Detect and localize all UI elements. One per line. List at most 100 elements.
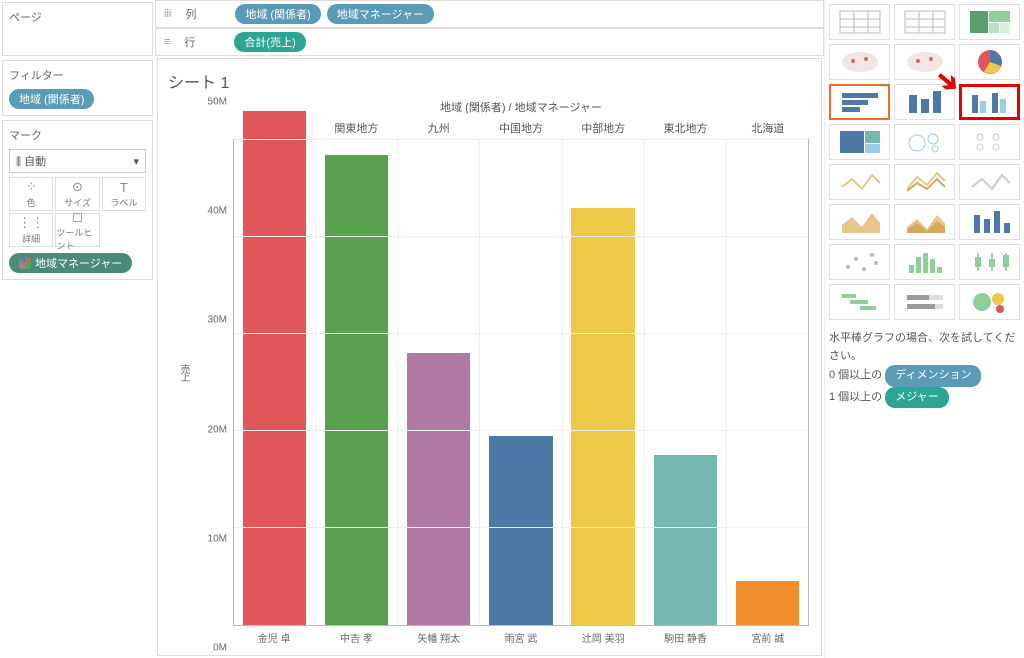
y-axis-title: 売上 [176,364,193,380]
showme-line[interactable] [829,164,890,200]
showme-hist[interactable] [894,244,955,280]
bar-column [398,140,480,625]
chevron-down-icon: ▾ [133,155,139,168]
marks-card: マーク ⫼ 自動 ▾ ⁘色⊙サイズTラベル ⋮⋮詳細◻ツールヒント 地域マネージャ… [2,120,153,280]
showme-line2[interactable] [894,164,955,200]
showme-pie[interactable] [959,44,1020,80]
y-tick: 0M [213,643,227,654]
y-tick: 30M [208,315,227,326]
chart-area: シート 1 売上 0M10M20M30M40M50M 地域 (関係者) / 地域… [157,58,822,656]
column-header: 関東地方 [315,117,397,140]
bar[interactable] [736,581,799,625]
x-label: 宮前 誠 [727,626,809,645]
showme-area2[interactable] [894,204,955,240]
columns-label: 列 [185,6,225,22]
bar-column [316,140,398,625]
showme-table[interactable] [829,4,890,40]
x-label: 中吉 孝 [315,626,397,645]
showme-treemap[interactable] [959,4,1020,40]
mark-btn-色[interactable]: ⁘色 [9,177,53,211]
rows-icon: ≡ [164,36,170,48]
column-header: 中国地方 [480,117,562,140]
filter-pill-region[interactable]: 地域 (関係者) [9,89,94,109]
column-header: 九州 [398,117,480,140]
column-header: 北海道 [727,117,809,140]
showme-map[interactable] [829,44,890,80]
bar[interactable] [571,208,634,625]
bar-icon: ⫼ [16,156,24,168]
dimension-pill: ディメンション [885,365,981,387]
chart-title: 地域 (関係者) / 地域マネージャー [233,99,809,117]
x-label: 雨宮 武 [480,626,562,645]
columns-shelf[interactable]: iii 列 地域 (関係者) 地域マネージャー [155,0,824,28]
showme-vbar2[interactable] [959,204,1020,240]
bar-column [234,140,316,625]
bar[interactable] [243,111,306,625]
bar[interactable] [489,436,552,625]
showme-line3[interactable] [959,164,1020,200]
showme-area[interactable] [829,204,890,240]
x-label: 駒田 静香 [644,626,726,645]
marks-type-select[interactable]: ⫼ 自動 ▾ [9,149,146,173]
ラベル-icon: T [120,180,128,195]
x-label: 金児 卓 [233,626,315,645]
column-header: 東北地方 [644,117,726,140]
bar-column [563,140,645,625]
showme-scatter[interactable] [829,244,890,280]
y-tick: 40M [208,206,227,217]
サイズ-icon: ⊙ [72,179,83,195]
色-icon: ⁘ [26,179,37,195]
pages-title: ページ [9,9,146,25]
mark-btn-ツールヒント[interactable]: ◻ツールヒント [55,213,99,247]
showme-side-bars[interactable]: ➔ [959,84,1020,120]
col-pill-manager[interactable]: 地域マネージャー [327,4,434,24]
bar[interactable] [325,155,388,625]
showme-bubble[interactable] [894,124,955,160]
column-header: 中部地方 [562,117,644,140]
ツールヒント-icon: ◻ [72,209,83,225]
showme-map[interactable] [894,44,955,80]
bar-column [727,140,808,625]
showme-hbar[interactable] [829,84,890,120]
x-label: 矢幡 翔太 [398,626,480,645]
showme-box[interactable] [959,244,1020,280]
mark-btn-詳細[interactable]: ⋮⋮詳細 [9,213,53,247]
color-pill-manager[interactable]: 地域マネージャー [9,253,132,273]
show-me-panel: ➔ 水平棒グラフの場合、次を試してください。 0 個以上の ディメンション 1 … [824,0,1024,658]
bar-column [480,140,562,625]
show-me-grid: ➔ [829,4,1020,320]
col-pill-region[interactable]: 地域 (関係者) [235,4,320,24]
filters-title: フィルター [9,67,146,83]
showme-gantt[interactable] [829,284,890,320]
showme-bubble2[interactable] [959,124,1020,160]
left-panel: ページ フィルター 地域 (関係者) マーク ⫼ 自動 ▾ ⁘色⊙サイズTラベル… [0,0,155,658]
y-tick: 20M [208,424,227,435]
showme-tree[interactable] [829,124,890,160]
marks-title: マーク [9,127,146,143]
bar[interactable] [654,455,717,625]
詳細-icon: ⋮⋮ [18,215,44,231]
showme-bullet[interactable] [894,284,955,320]
showme-packed[interactable] [959,284,1020,320]
rows-label: 行 [184,34,224,50]
rows-shelf[interactable]: ≡ 行 合計(売上) [155,28,824,56]
measure-pill: メジャー [885,387,948,409]
main-area: iii 列 地域 (関係者) 地域マネージャー ≡ 行 合計(売上) シート 1… [155,0,824,658]
x-axis-labels: 金児 卓中吉 孝矢幡 翔太雨宮 武辻岡 美羽駒田 静香宮前 誠 [233,626,809,645]
plot [233,140,809,626]
bar-column [645,140,727,625]
mark-btn-ラベル[interactable]: Tラベル [102,177,146,211]
filters-shelf[interactable]: フィルター 地域 (関係者) [2,60,153,116]
showme-table[interactable] [894,4,955,40]
sheet-title[interactable]: シート 1 [168,69,811,93]
columns-icon: iii [164,8,171,20]
mark-btn-サイズ[interactable]: ⊙サイズ [55,177,99,211]
y-axis: 0M10M20M30M40M50M [193,99,233,645]
bar[interactable] [407,353,470,625]
show-me-hint: 水平棒グラフの場合、次を試してください。 0 個以上の ディメンション 1 個以… [829,330,1020,408]
y-tick: 10M [208,533,227,544]
pages-shelf[interactable]: ページ [2,2,153,56]
x-label: 辻岡 美羽 [562,626,644,645]
row-pill-sales[interactable]: 合計(売上) [234,32,305,52]
showme-vbar[interactable] [894,84,955,120]
